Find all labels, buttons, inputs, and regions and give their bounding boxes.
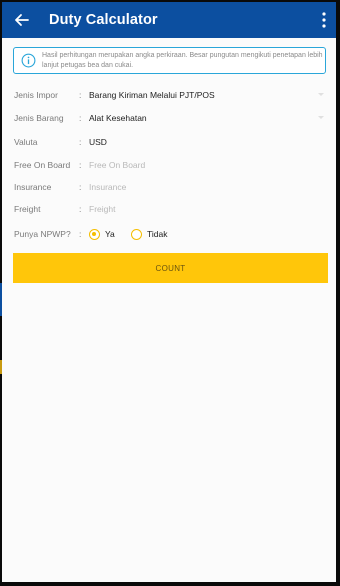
window-edge [0, 360, 2, 374]
window-edge [0, 283, 2, 316]
colon: : [79, 204, 82, 214]
valuta-select[interactable]: USD [89, 134, 107, 150]
info-text: Hasil perhitungan merupakan angka perkir… [42, 52, 323, 69]
arrow-left-icon[interactable] [12, 10, 32, 30]
jenis-barang-select[interactable]: Alat Kesehatan [89, 110, 147, 126]
freight-row: Freight : [14, 201, 324, 217]
valuta-label: Valuta [14, 137, 38, 147]
npwp-radio-ya[interactable]: Ya [89, 226, 115, 242]
colon: : [79, 182, 82, 192]
app-bar: Duty Calculator [2, 2, 336, 38]
fob-row: Free On Board : [14, 157, 324, 173]
app-screen: Duty Calculator Hasil perhitungan merupa… [2, 2, 336, 582]
jenis-impor-row[interactable]: Jenis Impor : Barang Kiriman Melalui PJT… [14, 87, 324, 103]
more-vertical-icon[interactable] [319, 11, 329, 29]
freight-input[interactable] [89, 201, 319, 217]
jenis-impor-select[interactable]: Barang Kiriman Melalui PJT/POS [89, 87, 215, 103]
insurance-row: Insurance : [14, 179, 324, 195]
dropdown-arrow-icon [318, 116, 324, 119]
npwp-row: Punya NPWP? : Ya Tidak [14, 226, 324, 242]
info-notice: Hasil perhitungan merupakan angka perkir… [13, 47, 326, 74]
valuta-row[interactable]: Valuta : USD [14, 134, 324, 150]
jenis-barang-row[interactable]: Jenis Barang : Alat Kesehatan [14, 110, 324, 126]
jenis-barang-label: Jenis Barang [14, 113, 64, 123]
radio-checked-icon [89, 228, 100, 240]
fob-label: Free On Board [14, 160, 71, 170]
colon: : [79, 137, 82, 147]
dropdown-arrow-icon [318, 93, 324, 96]
freight-label: Freight [14, 204, 41, 214]
info-icon [21, 53, 36, 68]
colon: : [79, 90, 82, 100]
colon: : [79, 113, 82, 123]
colon: : [79, 160, 82, 170]
insurance-input[interactable] [89, 179, 319, 195]
page-title: Duty Calculator [49, 12, 158, 28]
fob-input[interactable] [89, 157, 319, 173]
colon: : [79, 229, 82, 239]
radio-unchecked-icon [131, 228, 142, 240]
insurance-label: Insurance [14, 182, 52, 192]
radio-label: Tidak [147, 229, 168, 239]
npwp-label: Punya NPWP? [14, 229, 71, 239]
jenis-impor-label: Jenis Impor [14, 90, 58, 100]
radio-label: Ya [105, 229, 115, 239]
count-button[interactable]: COUNT [13, 253, 328, 283]
npwp-radio-tidak[interactable]: Tidak [131, 226, 167, 242]
